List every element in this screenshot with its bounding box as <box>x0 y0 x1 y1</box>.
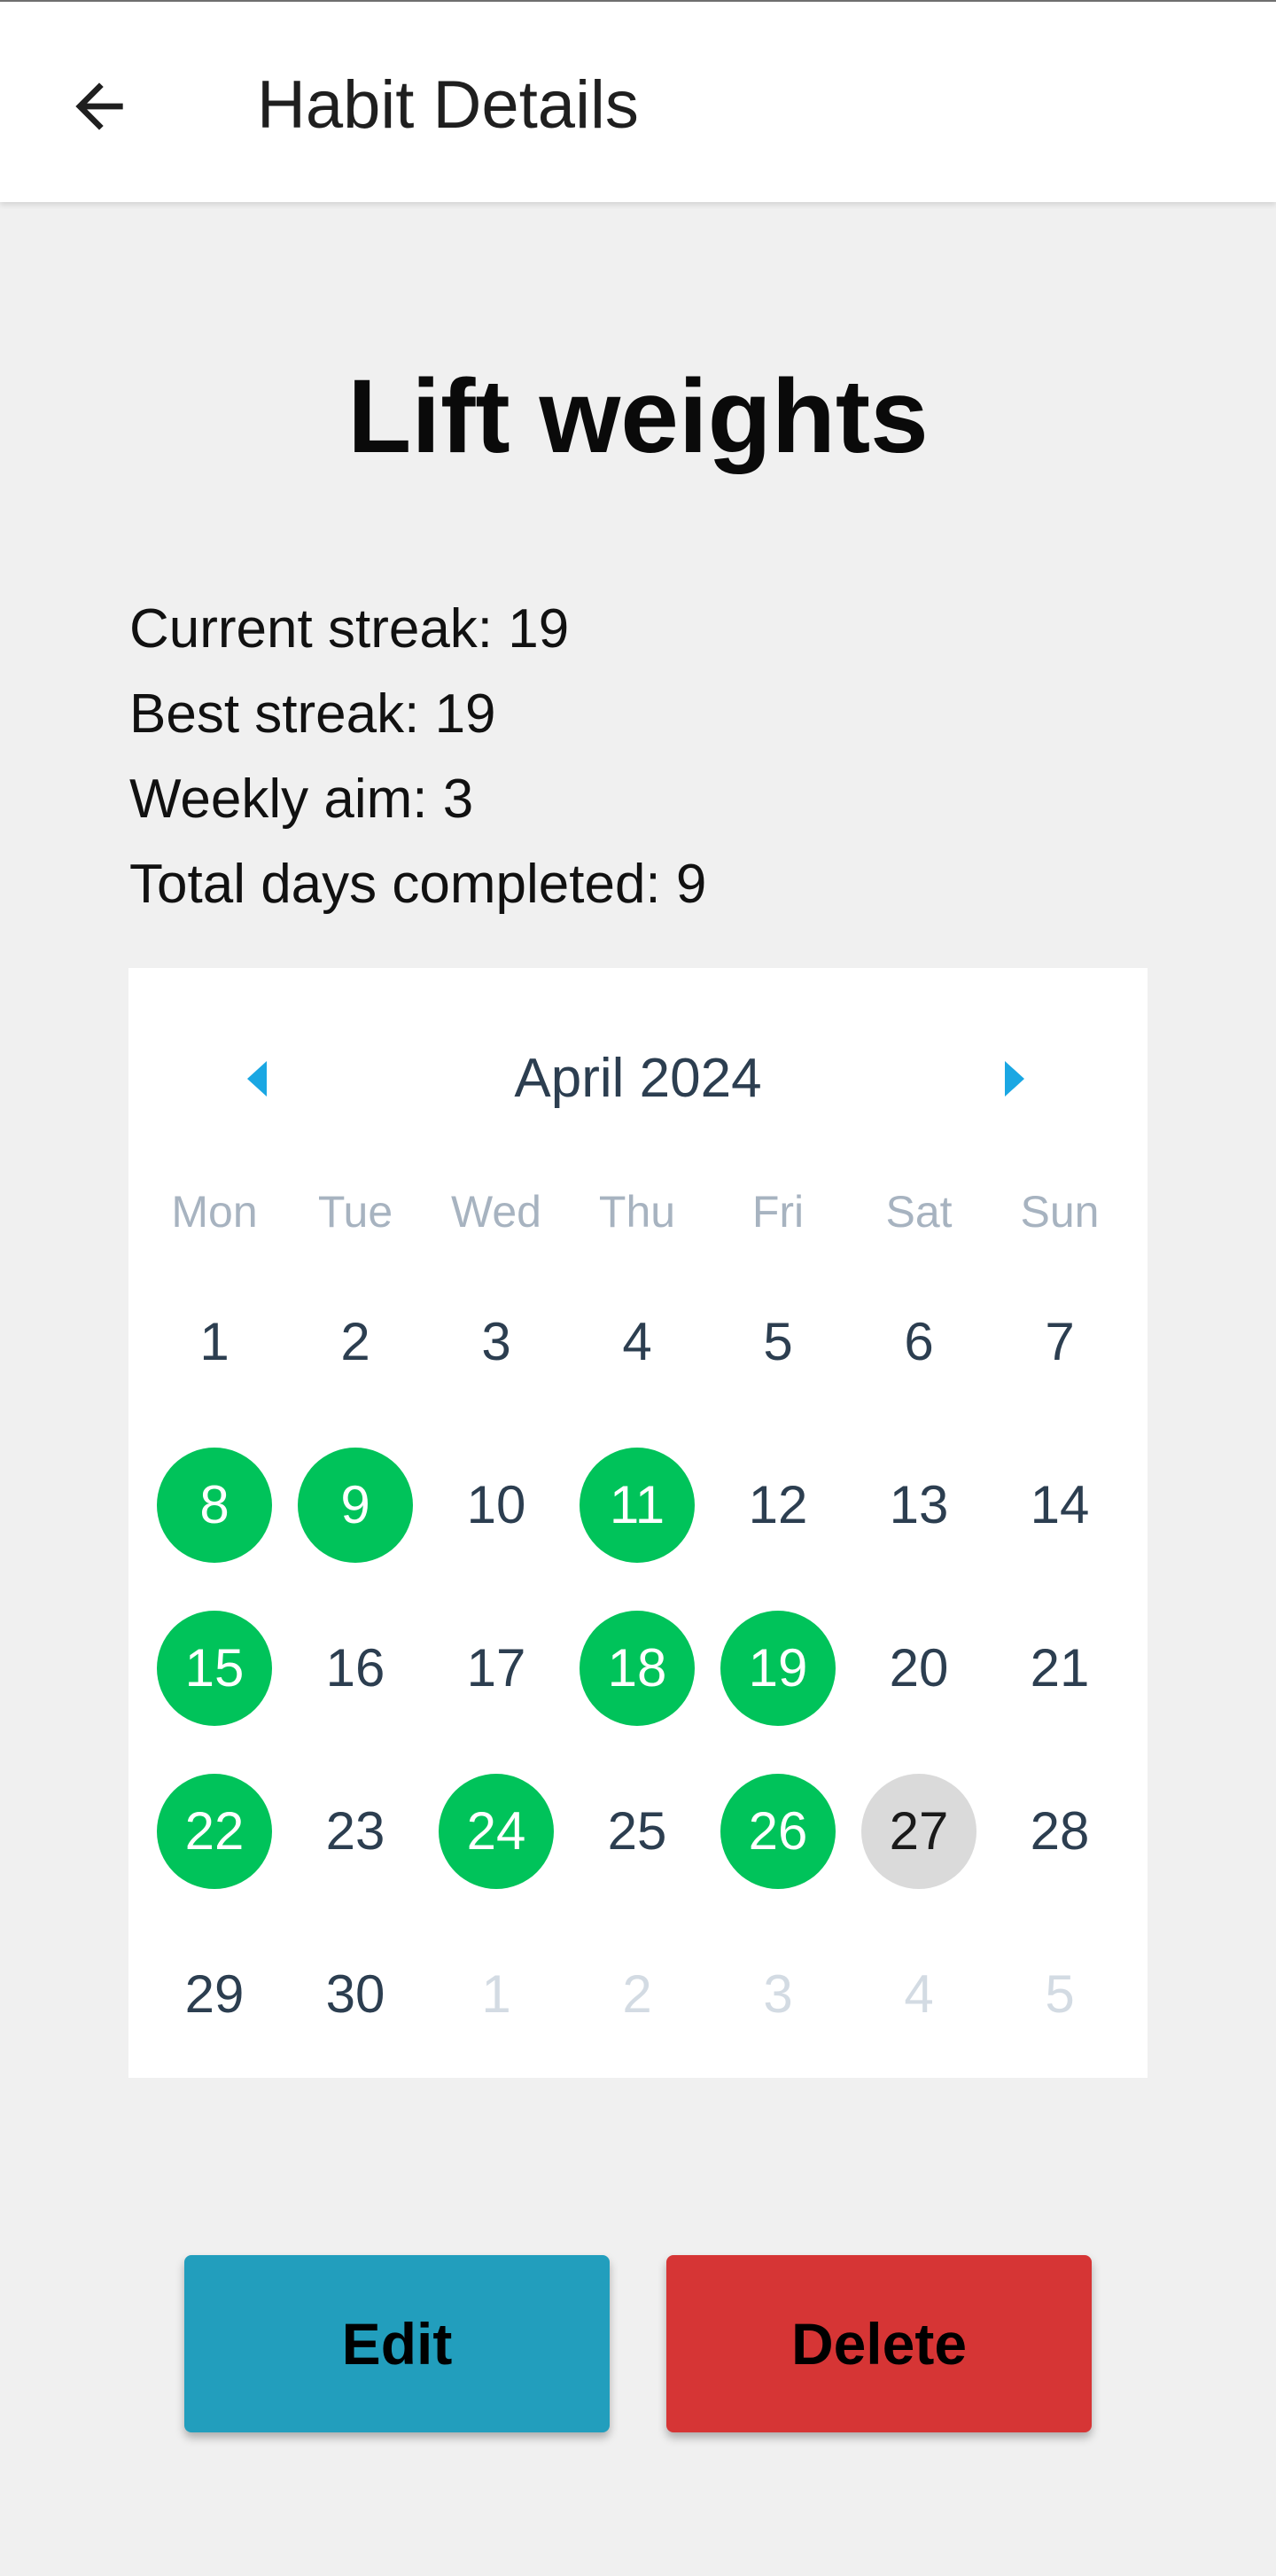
delete-button[interactable]: Delete <box>666 2255 1092 2432</box>
triangle-right-icon <box>1005 1061 1024 1097</box>
weekday-label: Sat <box>885 1187 953 1237</box>
calendar-day[interactable]: 2 <box>298 1284 413 1400</box>
calendar-day-completed[interactable]: 26 <box>720 1774 836 1889</box>
total-days-completed: Total days completed: 9 <box>129 854 707 915</box>
calendar-day-completed[interactable]: 9 <box>298 1448 413 1563</box>
calendar-day[interactable]: 3 <box>439 1284 554 1400</box>
calendar-day[interactable]: 12 <box>720 1448 836 1563</box>
previous-month-button[interactable] <box>230 1052 284 1105</box>
calendar-header: April 2024 <box>128 1039 1148 1119</box>
habit-calendar: April 2024 Mon Tue Wed Thu Fri Sat Sun 1234567… <box>128 968 1148 2078</box>
app-bar: Habit Details <box>0 0 1276 202</box>
calendar-day[interactable]: 16 <box>298 1611 413 1726</box>
habit-name: Lift weights <box>347 358 929 475</box>
calendar-day-outside-month[interactable]: 4 <box>861 1937 976 2052</box>
weekday-label: Sun <box>1020 1187 1100 1237</box>
calendar-day[interactable]: 13 <box>861 1448 976 1563</box>
calendar-day-completed[interactable]: 15 <box>157 1611 272 1726</box>
weekday-label: Thu <box>598 1187 676 1237</box>
calendar-day[interactable]: 1 <box>157 1284 272 1400</box>
calendar-day[interactable]: 5 <box>720 1284 836 1400</box>
calendar-day[interactable]: 20 <box>861 1611 976 1726</box>
next-month-button[interactable] <box>988 1052 1041 1105</box>
calendar-day[interactable]: 4 <box>580 1284 695 1400</box>
calendar-day[interactable]: 28 <box>1002 1774 1117 1889</box>
calendar-day-outside-month[interactable]: 3 <box>720 1937 836 2052</box>
calendar-day-today[interactable]: 27 <box>861 1774 976 1889</box>
weekday-label: Wed <box>451 1187 541 1237</box>
calendar-day-completed[interactable]: 8 <box>157 1448 272 1563</box>
edit-button[interactable]: Edit <box>184 2255 610 2432</box>
calendar-day[interactable]: 30 <box>298 1937 413 2052</box>
best-streak: Best streak: 19 <box>129 683 496 745</box>
arrow-left-icon <box>75 82 123 130</box>
calendar-day-outside-month[interactable]: 2 <box>580 1937 695 2052</box>
current-streak: Current streak: 19 <box>129 598 570 660</box>
calendar-day-outside-month[interactable]: 1 <box>439 1937 554 2052</box>
calendar-day[interactable]: 7 <box>1002 1284 1117 1400</box>
calendar-day-completed[interactable]: 19 <box>720 1611 836 1726</box>
app-bar-title: Habit Details <box>257 67 639 143</box>
calendar-day[interactable]: 21 <box>1002 1611 1117 1726</box>
calendar-day-outside-month[interactable]: 5 <box>1002 1937 1117 2052</box>
back-button[interactable] <box>57 64 142 149</box>
calendar-day-completed[interactable]: 11 <box>580 1448 695 1563</box>
calendar-day[interactable]: 23 <box>298 1774 413 1889</box>
calendar-day[interactable]: 25 <box>580 1774 695 1889</box>
calendar-day[interactable]: 17 <box>439 1611 554 1726</box>
calendar-day-completed[interactable]: 22 <box>157 1774 272 1889</box>
weekly-aim: Weekly aim: 3 <box>129 769 474 830</box>
weekday-label: Tue <box>317 1187 393 1237</box>
habit-stats: Current streak: 19 Best streak: 19 Weekl… <box>129 592 706 933</box>
triangle-left-icon <box>247 1061 267 1097</box>
calendar-day[interactable]: 14 <box>1002 1448 1117 1563</box>
calendar-day[interactable]: 29 <box>157 1937 272 2052</box>
weekday-header-row: Mon Tue Wed Thu Fri Sat Sun <box>128 1181 1148 1243</box>
calendar-day-completed[interactable]: 24 <box>439 1774 554 1889</box>
weekday-label: Fri <box>751 1187 805 1237</box>
calendar-day[interactable]: 10 <box>439 1448 554 1563</box>
weekday-label: Mon <box>171 1187 258 1237</box>
calendar-day-completed[interactable]: 18 <box>580 1611 695 1726</box>
calendar-day[interactable]: 6 <box>861 1284 976 1400</box>
